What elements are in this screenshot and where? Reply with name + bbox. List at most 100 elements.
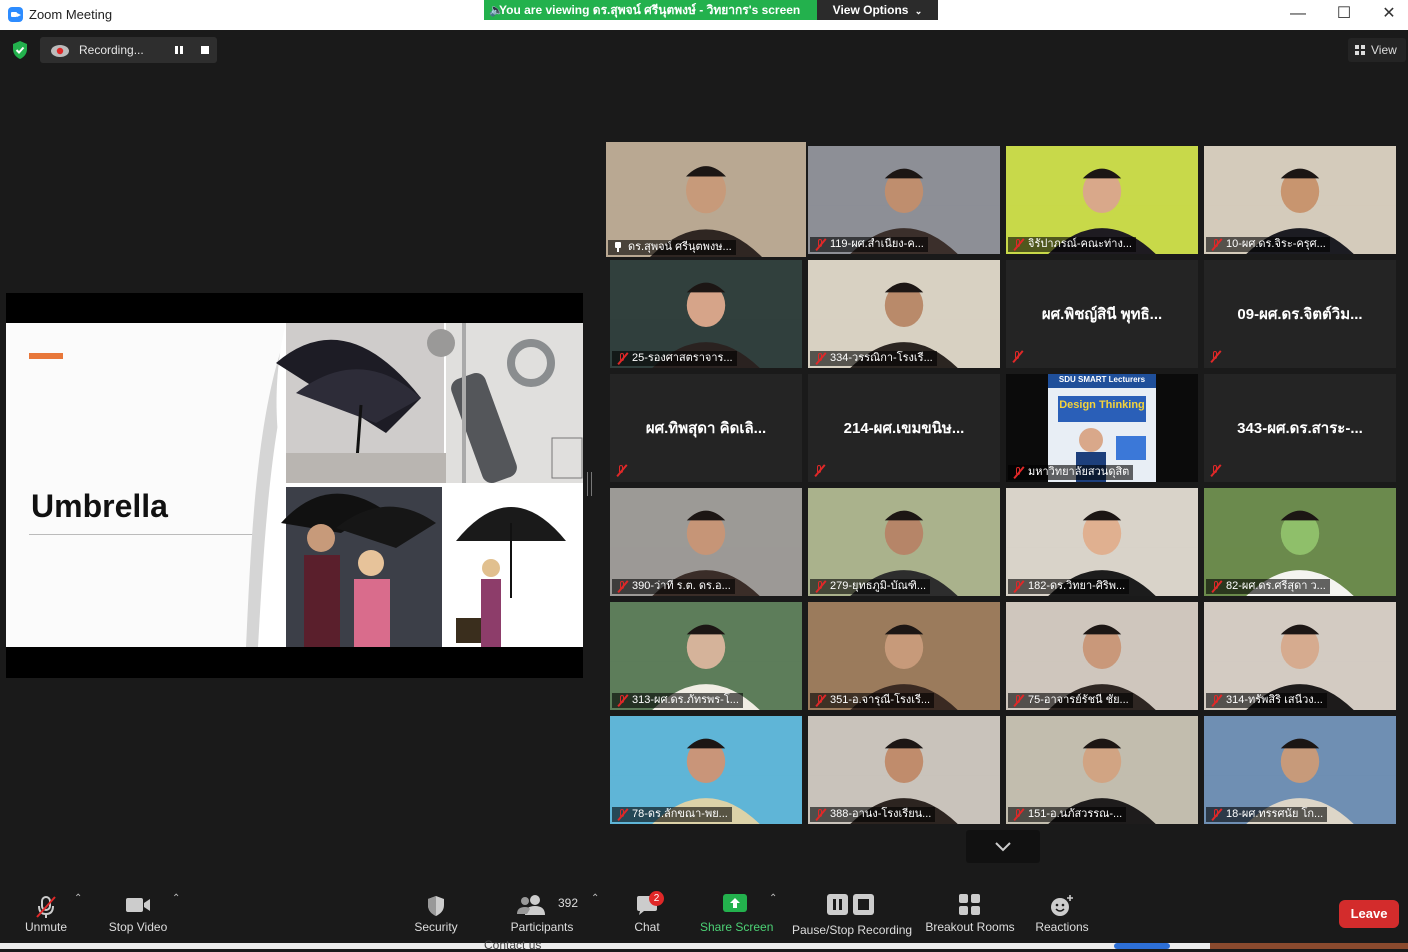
participant-tile[interactable]: 343-ผศ.ดร.สาระ-... — [1204, 374, 1396, 482]
participant-tile[interactable]: 75-อาจารย์รัชนี ชัย... — [1006, 602, 1198, 710]
window-title: Zoom Meeting — [29, 7, 113, 22]
participant-name-label: 78-ดร.ลักขณา-พย... — [612, 807, 732, 822]
pause-stop-recording-button[interactable]: Pause/Stop Recording — [792, 881, 912, 943]
participant-name-text: 313-ผศ.ดร.ภัทรพร-โ... — [632, 694, 739, 706]
participant-tile[interactable]: ดร.สุพจน์ ศรีนุตพงษ... — [606, 142, 806, 257]
participant-name-center: ผศ.ทิพสุดา คิดเลิ... — [645, 420, 767, 437]
participant-name-center: 09-ผศ.ดร.จิตต์วิม... — [1237, 306, 1363, 323]
mic-muted-icon — [1211, 808, 1222, 821]
people-icon — [517, 895, 545, 915]
participant-tile[interactable]: 182-ดร.วิทยา-ศิริพ... — [1006, 488, 1198, 596]
pause-stop-recording-icon — [827, 894, 877, 916]
breakout-rooms-button[interactable]: Breakout Rooms — [922, 881, 1018, 943]
participant-name-text: ดร.สุพจน์ ศรีนุตพงษ... — [628, 241, 732, 253]
mic-muted-icon — [814, 464, 825, 477]
mic-muted-icon — [815, 238, 826, 251]
participant-tile[interactable]: 388-อานง-โรงเรียน... — [808, 716, 1000, 824]
pause-recording-button[interactable] — [174, 45, 184, 55]
participants-button[interactable]: 392 Participants — [508, 881, 578, 943]
reactions-button[interactable]: Reactions — [1032, 881, 1092, 943]
participant-name-center: 343-ผศ.ดร.สาระ-... — [1237, 420, 1363, 437]
participant-tile[interactable]: 351-อ.จารุณี-โรงเรี... — [808, 602, 1000, 710]
mic-muted-icon — [1211, 580, 1222, 593]
participant-tile[interactable]: 334-วรรณิกา-โรงเรี... — [808, 260, 1000, 368]
participant-name-text: 182-ดร.วิทยา-ศิริพ... — [1028, 580, 1126, 592]
participant-tile[interactable]: 214-ผศ.เขมขนิษ... — [808, 374, 1000, 482]
mic-muted-icon — [616, 464, 627, 477]
participant-tile[interactable]: 119-ผศ.สำเนียง-ค... — [808, 146, 1000, 254]
mic-muted-icon — [36, 896, 56, 918]
slide-title-underline — [29, 534, 267, 535]
participant-tile[interactable]: 18-ผศ.ทรรศนัย โก... — [1204, 716, 1396, 824]
mic-muted-icon — [617, 808, 628, 821]
participant-name-label: มหาวิทยาลัยสวนดุสิต — [1008, 465, 1134, 480]
participant-tile[interactable]: SDU SMART Lecturers Design Thinking มหาวิท… — [1006, 374, 1198, 482]
split-view-divider[interactable] — [587, 472, 592, 496]
unmute-button[interactable]: Unmute — [14, 881, 78, 943]
mic-muted-icon — [815, 808, 826, 821]
video-options-caret[interactable]: ⌃ — [172, 893, 180, 904]
minimize-button[interactable]: — — [1275, 0, 1321, 30]
participant-tile[interactable]: 78-ดร.ลักขณา-พย... — [610, 716, 802, 824]
participant-tile[interactable]: จิรัปาภรณ์-คณะท่าง... — [1006, 146, 1198, 254]
chevron-down-icon — [995, 842, 1011, 852]
video-camera-icon — [126, 898, 150, 912]
background-tab-blue — [1114, 943, 1170, 949]
participant-tile[interactable]: 279-ยุทธภูมิ-บัณฑิ... — [808, 488, 1000, 596]
participant-name-label: 351-อ.จารุณี-โรงเรี... — [810, 693, 935, 708]
close-button[interactable]: ✕ — [1366, 0, 1408, 30]
participant-tile[interactable]: 151-อ.นภัสวรรณ-... — [1006, 716, 1198, 824]
stop-video-button[interactable]: Stop Video — [104, 881, 172, 943]
pin-icon — [614, 242, 622, 252]
participant-tile[interactable]: ผศ.พิชญ์สินี พุทธิ... — [1006, 260, 1198, 368]
chat-notification-badge: 2 — [649, 891, 664, 906]
participant-name-label: ดร.สุพจน์ ศรีนุตพงษ... — [608, 240, 736, 255]
participant-tile[interactable]: ผศ.ทิพสุดา คิดเลิ... — [610, 374, 802, 482]
share-screen-button[interactable]: Share Screen — [700, 881, 773, 943]
participant-tile[interactable]: 314-ทรัพสิริ เสนีวง... — [1204, 602, 1396, 710]
mic-muted-icon — [1013, 694, 1024, 707]
audio-options-caret[interactable]: ⌃ — [74, 893, 82, 904]
encryption-shield-icon[interactable] — [10, 40, 30, 60]
mic-muted-icon — [1211, 238, 1222, 251]
maximize-button[interactable]: ☐ — [1321, 0, 1367, 30]
participant-tile[interactable]: 10-ผศ.ดร.จิระ-ครุศ... — [1204, 146, 1396, 254]
slide-accent-bar — [29, 353, 63, 359]
participant-name-label: 10-ผศ.ดร.จิระ-ครุศ... — [1206, 237, 1330, 252]
participant-name-text: 25-รองศาสตราจาร... — [632, 352, 733, 364]
poster-headline: Design Thinking — [1059, 399, 1145, 411]
participant-tile[interactable]: 390-ว่าที่ ร.ต. ดร.อ... — [610, 488, 802, 596]
stop-recording-button[interactable] — [201, 46, 209, 54]
poster-caption: SDU SMART Lecturers — [1058, 375, 1146, 384]
shield-icon — [428, 896, 444, 916]
security-button[interactable]: Security — [408, 881, 464, 943]
gallery-next-page-button[interactable] — [966, 830, 1040, 863]
slide-title: Umbrella — [31, 488, 168, 524]
participant-name-label: 82-ผศ.ดร.ศรีสุดา ว... — [1206, 579, 1330, 594]
background-tab-brown — [1210, 943, 1408, 949]
participant-tile[interactable]: 82-ผศ.ดร.ศรีสุดา ว... — [1204, 488, 1396, 596]
participant-tile[interactable]: 09-ผศ.ดร.จิตต์วิม... — [1204, 260, 1396, 368]
participant-name-label: 388-อานง-โรงเรียน... — [810, 807, 936, 822]
participant-name-text: จิรัปาภรณ์-คณะท่าง... — [1028, 238, 1132, 250]
mic-muted-icon — [617, 352, 628, 365]
chat-button[interactable]: 2 Chat — [622, 881, 672, 943]
share-banner-text: 🔈You are viewing ดร.สุพจน์ ศรีนุตพงษ์ - … — [484, 0, 817, 20]
participant-name-label: 279-ยุทธภูมิ-บัณฑิ... — [810, 579, 931, 594]
participants-options-caret[interactable]: ⌃ — [591, 893, 599, 904]
participant-tile[interactable]: 313-ผศ.ดร.ภัทรพร-โ... — [610, 602, 802, 710]
leave-meeting-button[interactable]: Leave — [1339, 900, 1399, 928]
participant-name-text: 119-ผศ.สำเนียง-ค... — [830, 238, 924, 250]
participant-name-label: 390-ว่าที่ ร.ต. ดร.อ... — [612, 579, 735, 594]
smiley-plus-icon — [1051, 895, 1073, 916]
view-options-button[interactable]: View Options ⌄ — [817, 0, 938, 20]
grid-squares-icon — [959, 894, 981, 916]
share-arrow-icon — [723, 894, 747, 912]
mic-muted-icon — [1012, 350, 1023, 363]
participant-tile[interactable]: 25-รองศาสตราจาร... — [610, 260, 802, 368]
share-options-caret[interactable]: ⌃ — [769, 893, 777, 904]
slide-canvas: Umbrella — [6, 323, 583, 647]
view-layout-button[interactable]: View — [1348, 38, 1406, 62]
mic-muted-icon — [1013, 466, 1024, 479]
speaker-icon: 🔈 — [489, 3, 504, 17]
